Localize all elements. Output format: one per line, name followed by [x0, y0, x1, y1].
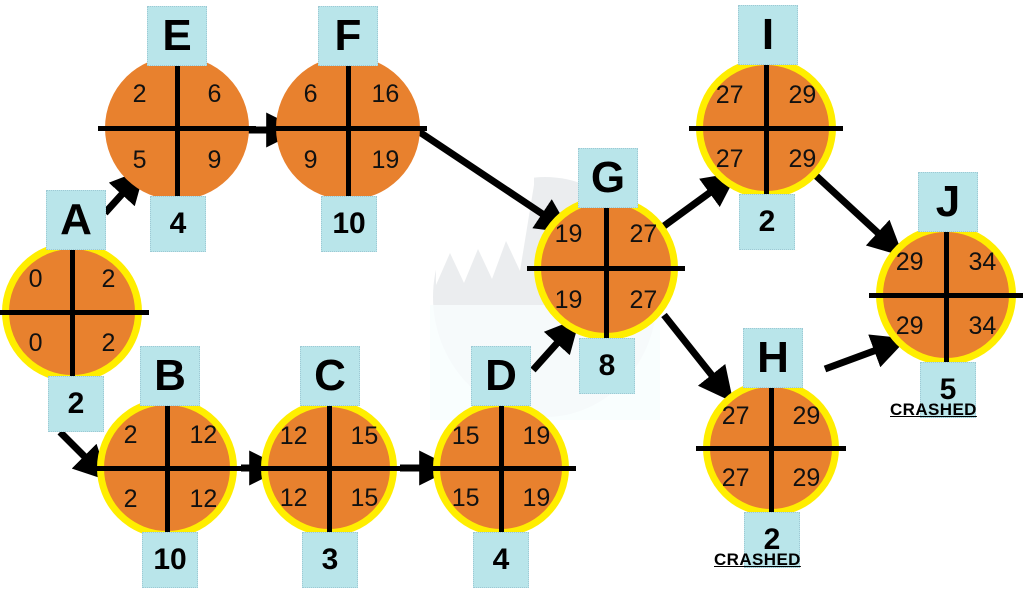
latest-start-f: 9	[303, 146, 318, 175]
latest-finish-b: 12	[189, 485, 218, 514]
activity-label-c[interactable]: C	[300, 346, 360, 406]
earliest-finish-e: 6	[207, 79, 222, 108]
earliest-start-b: 2	[123, 420, 138, 449]
earliest-start-g: 19	[554, 219, 583, 248]
network-diagram-canvas: 0 2 0 2 A 2 2 6 5 9 E 4 6 16 9 19 F 10 2 12 2 12 B 10 12 15 12 15 C 3…	[0, 0, 1024, 592]
earliest-finish-i: 29	[788, 80, 817, 109]
duration-box-b[interactable]: 10	[142, 532, 198, 588]
latest-start-h: 27	[721, 464, 750, 493]
arrow-i-to-j	[809, 169, 904, 257]
latest-finish-h: 29	[792, 464, 821, 493]
crashed-label-j: CRASHED	[890, 400, 977, 419]
latest-start-b: 2	[123, 485, 138, 514]
earliest-start-h: 27	[721, 401, 750, 430]
latest-start-d: 15	[451, 484, 480, 513]
latest-finish-f: 19	[371, 146, 400, 175]
earliest-finish-j: 34	[968, 247, 997, 276]
earliest-start-i: 27	[715, 80, 744, 109]
activity-label-b[interactable]: B	[140, 346, 200, 406]
arrow-a-to-b	[57, 429, 109, 481]
arrow-g-to-h	[661, 312, 734, 403]
divider-horizontal-f	[269, 126, 427, 131]
arrow-a-to-e	[102, 168, 146, 216]
earliest-finish-b: 12	[189, 420, 218, 449]
arrow-f-to-g	[416, 128, 572, 234]
divider-horizontal-h	[696, 446, 846, 451]
divider-horizontal-b	[90, 466, 244, 471]
latest-finish-g: 27	[629, 286, 658, 315]
duration-box-i[interactable]: 2	[739, 194, 795, 250]
earliest-finish-c: 15	[350, 421, 379, 450]
latest-finish-i: 29	[788, 145, 817, 174]
activity-label-h[interactable]: H	[743, 328, 803, 388]
latest-start-e: 5	[132, 146, 147, 175]
latest-start-c: 12	[279, 484, 308, 513]
earliest-finish-d: 19	[522, 421, 551, 450]
activity-label-g[interactable]: G	[578, 148, 638, 208]
crashed-label-h: CRASHED	[714, 550, 801, 569]
earliest-start-f: 6	[303, 79, 318, 108]
duration-box-a[interactable]: 2	[48, 376, 104, 432]
divider-horizontal-i	[689, 126, 843, 131]
activity-label-d[interactable]: D	[471, 346, 531, 406]
latest-start-a: 0	[28, 329, 43, 358]
earliest-start-c: 12	[279, 421, 308, 450]
activity-label-i[interactable]: I	[738, 5, 798, 65]
divider-horizontal-a	[0, 310, 149, 315]
earliest-finish-g: 27	[629, 219, 658, 248]
arrow-d-to-g	[530, 317, 581, 373]
duration-box-g[interactable]: 8	[579, 338, 635, 394]
latest-finish-d: 19	[522, 484, 551, 513]
duration-box-c[interactable]: 3	[302, 532, 358, 588]
duration-box-d[interactable]: 4	[473, 532, 529, 588]
divider-horizontal-j	[869, 293, 1023, 298]
divider-horizontal-c	[254, 466, 404, 471]
activity-label-f[interactable]: F	[318, 6, 378, 66]
earliest-start-j: 29	[895, 247, 924, 276]
earliest-start-a: 0	[28, 264, 43, 293]
arrow-h-to-j	[823, 334, 908, 373]
earliest-finish-a: 2	[101, 264, 116, 293]
divider-horizontal-d	[426, 466, 576, 471]
earliest-start-e: 2	[132, 79, 147, 108]
divider-horizontal-g	[527, 266, 685, 271]
earliest-start-d: 15	[451, 421, 480, 450]
latest-start-j: 29	[895, 312, 924, 341]
activity-label-a[interactable]: A	[46, 190, 106, 250]
latest-finish-e: 9	[207, 146, 222, 175]
latest-finish-c: 15	[350, 484, 379, 513]
arrow-g-to-i	[661, 172, 738, 229]
latest-start-i: 27	[715, 145, 744, 174]
activity-label-e[interactable]: E	[147, 6, 207, 66]
latest-start-g: 19	[554, 286, 583, 315]
activity-label-j[interactable]: J	[918, 172, 978, 232]
duration-box-f[interactable]: 10	[321, 196, 377, 252]
latest-finish-a: 2	[101, 329, 116, 358]
earliest-finish-f: 16	[371, 79, 400, 108]
latest-finish-j: 34	[968, 312, 997, 341]
duration-box-e[interactable]: 4	[150, 196, 206, 252]
earliest-finish-h: 29	[792, 401, 821, 430]
divider-horizontal-e	[98, 126, 256, 131]
